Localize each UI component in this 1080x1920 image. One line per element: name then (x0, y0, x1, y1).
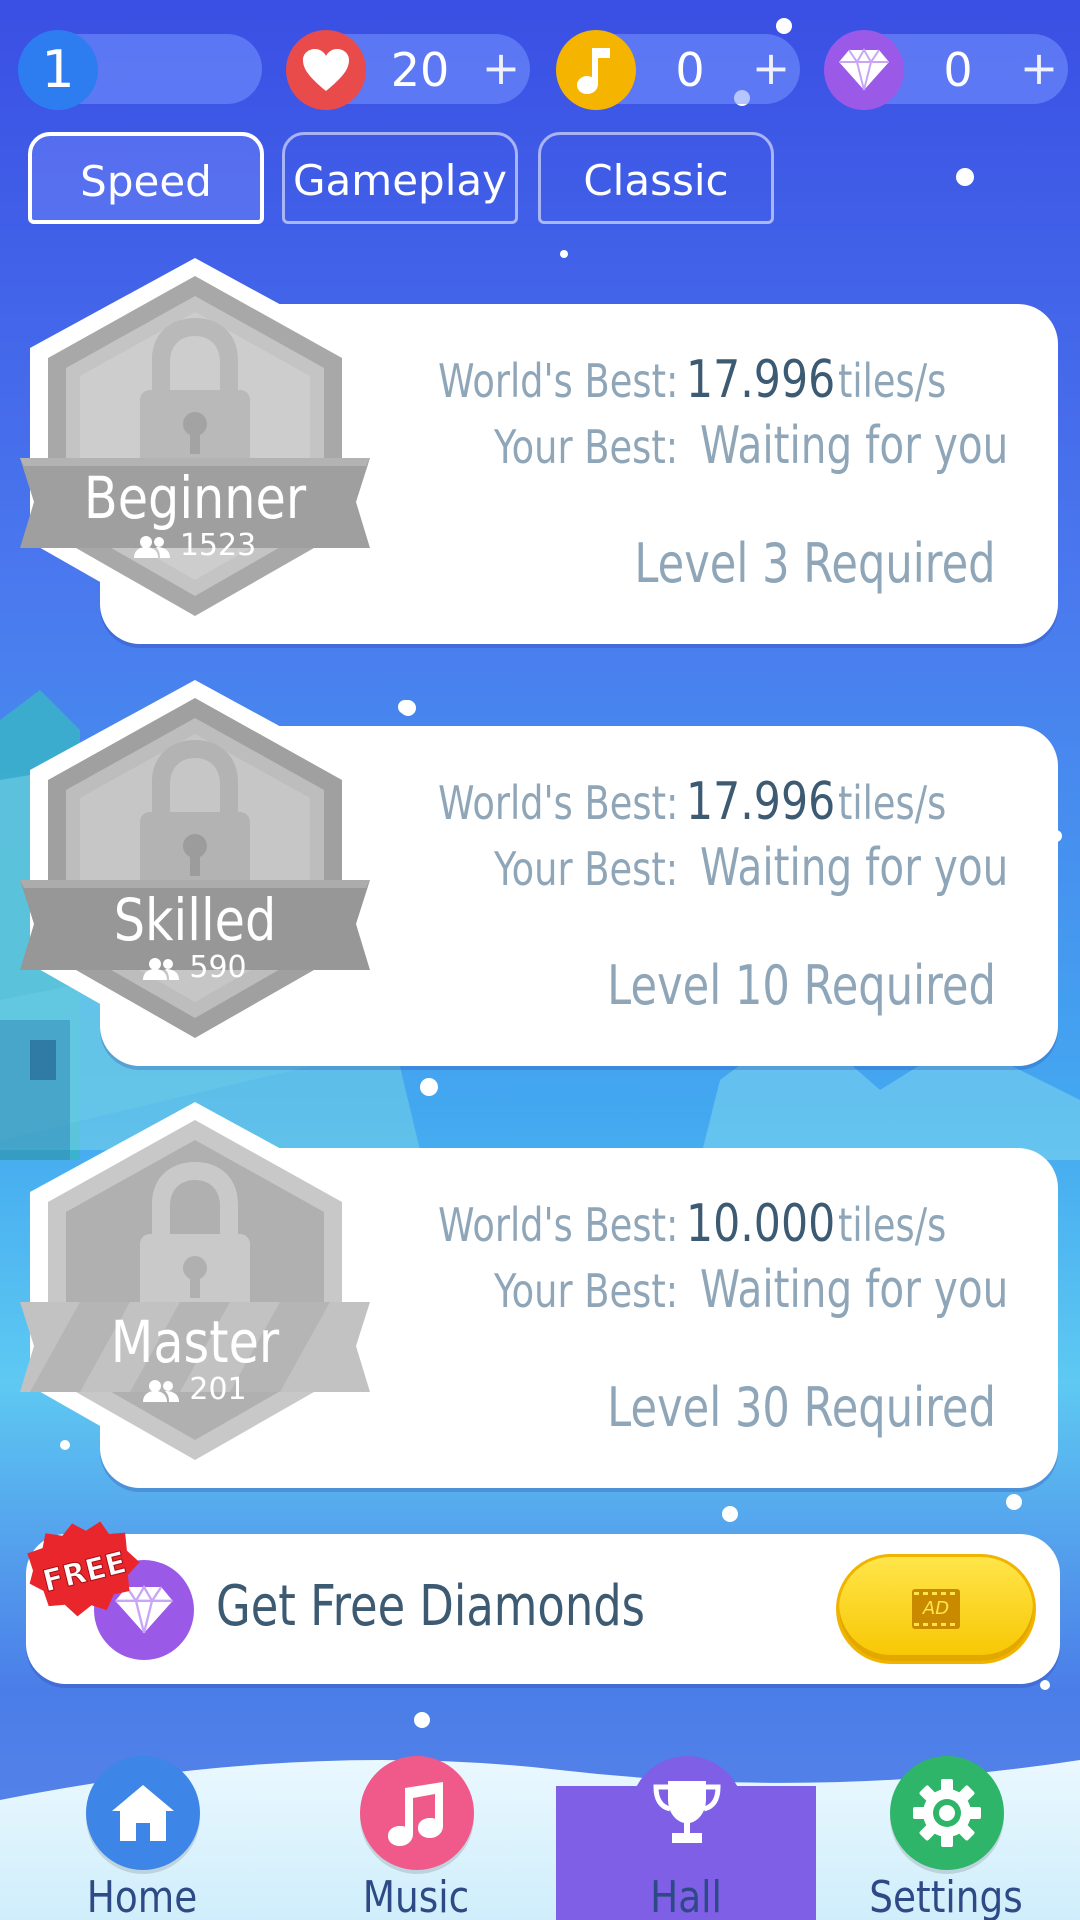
badge-skilled[interactable]: Skilled 590 (20, 674, 370, 1064)
your-best-value: Waiting for you (700, 838, 1009, 898)
people-icon (133, 535, 170, 558)
player-level-badge: 1 (18, 30, 98, 110)
your-best-label: Your Best: (493, 1264, 678, 1318)
hexagon-badge-icon (20, 680, 370, 1058)
nav-label: Music (362, 1872, 470, 1920)
speed-unit: tiles/s (838, 1198, 947, 1252)
ad-label: AD (922, 1598, 950, 1619)
nav-label: Settings (869, 1872, 1023, 1920)
gear-icon (890, 1756, 1004, 1870)
level-name: Beginner (83, 464, 307, 532)
level-requirement: Level 3 Required (634, 532, 996, 595)
worlds-best-value: 17.996 (686, 350, 836, 410)
home-icon (86, 1756, 200, 1870)
nav-settings[interactable]: Settings (846, 1756, 1046, 1920)
player-count: 590 (20, 950, 370, 985)
nav-label: Hall (650, 1872, 722, 1920)
level-name: Master (110, 1308, 280, 1376)
people-icon (143, 957, 180, 980)
your-best-value: Waiting for you (700, 416, 1009, 476)
player-count-value: 590 (189, 950, 247, 985)
worlds-best-value: 17.996 (686, 772, 836, 832)
notes-count: 0 (675, 43, 705, 97)
player-level: 1 (41, 40, 75, 100)
trophy-icon (630, 1756, 744, 1870)
player-count: 201 (20, 1372, 370, 1407)
music-note-icon (556, 30, 636, 110)
speed-unit: tiles/s (838, 354, 947, 408)
free-diamonds-banner[interactable]: Get Free Diamonds AD (26, 1534, 1060, 1684)
badge-beginner[interactable]: Beginner 1523 (20, 252, 370, 642)
tab-classic[interactable]: Classic (538, 132, 774, 224)
promo-text: Get Free Diamonds (216, 1574, 646, 1639)
speed-unit: tiles/s (838, 776, 947, 830)
nav-hall[interactable]: Hall (586, 1756, 786, 1920)
game-screen: 1 20 + 0 + 0 + Speed Gameplay Classic Wo… (0, 0, 1080, 1920)
hexagon-badge-icon (20, 258, 370, 636)
diamond-icon (824, 30, 904, 110)
worlds-best-label: World's Best: (437, 776, 678, 830)
player-count: 1523 (20, 528, 370, 563)
your-best-label: Your Best: (493, 420, 678, 474)
nav-music[interactable]: Music (316, 1756, 516, 1920)
nav-home[interactable]: Home (42, 1756, 242, 1920)
badge-master[interactable]: Master 201 (20, 1096, 370, 1486)
player-count-value: 1523 (179, 528, 257, 563)
add-diamonds-button[interactable]: + (1014, 38, 1064, 98)
music-note-icon (360, 1756, 474, 1870)
people-icon (143, 1379, 180, 1402)
tab-speed[interactable]: Speed (28, 132, 264, 224)
your-best-value: Waiting for you (700, 1260, 1009, 1320)
your-best-label: Your Best: (493, 842, 678, 896)
nav-label: Home (86, 1872, 198, 1920)
watch-ad-button[interactable]: AD (836, 1554, 1036, 1664)
level-requirement: Level 30 Required (607, 1376, 996, 1439)
worlds-best-value: 10.000 (686, 1194, 836, 1254)
worlds-best-label: World's Best: (437, 354, 678, 408)
level-name: Skilled (113, 886, 277, 954)
worlds-best-label: World's Best: (437, 1198, 678, 1252)
tab-gameplay[interactable]: Gameplay (282, 132, 518, 224)
lives-count: 20 (390, 43, 450, 97)
diamonds-count: 0 (943, 43, 973, 97)
add-lives-button[interactable]: + (476, 38, 526, 98)
hexagon-badge-icon (20, 1102, 370, 1480)
player-count-value: 201 (189, 1372, 247, 1407)
add-notes-button[interactable]: + (746, 38, 796, 98)
level-requirement: Level 10 Required (607, 954, 996, 1017)
heart-icon (286, 30, 366, 110)
video-ad-icon: AD (912, 1589, 960, 1629)
free-tag-icon: FREE (27, 1521, 140, 1617)
